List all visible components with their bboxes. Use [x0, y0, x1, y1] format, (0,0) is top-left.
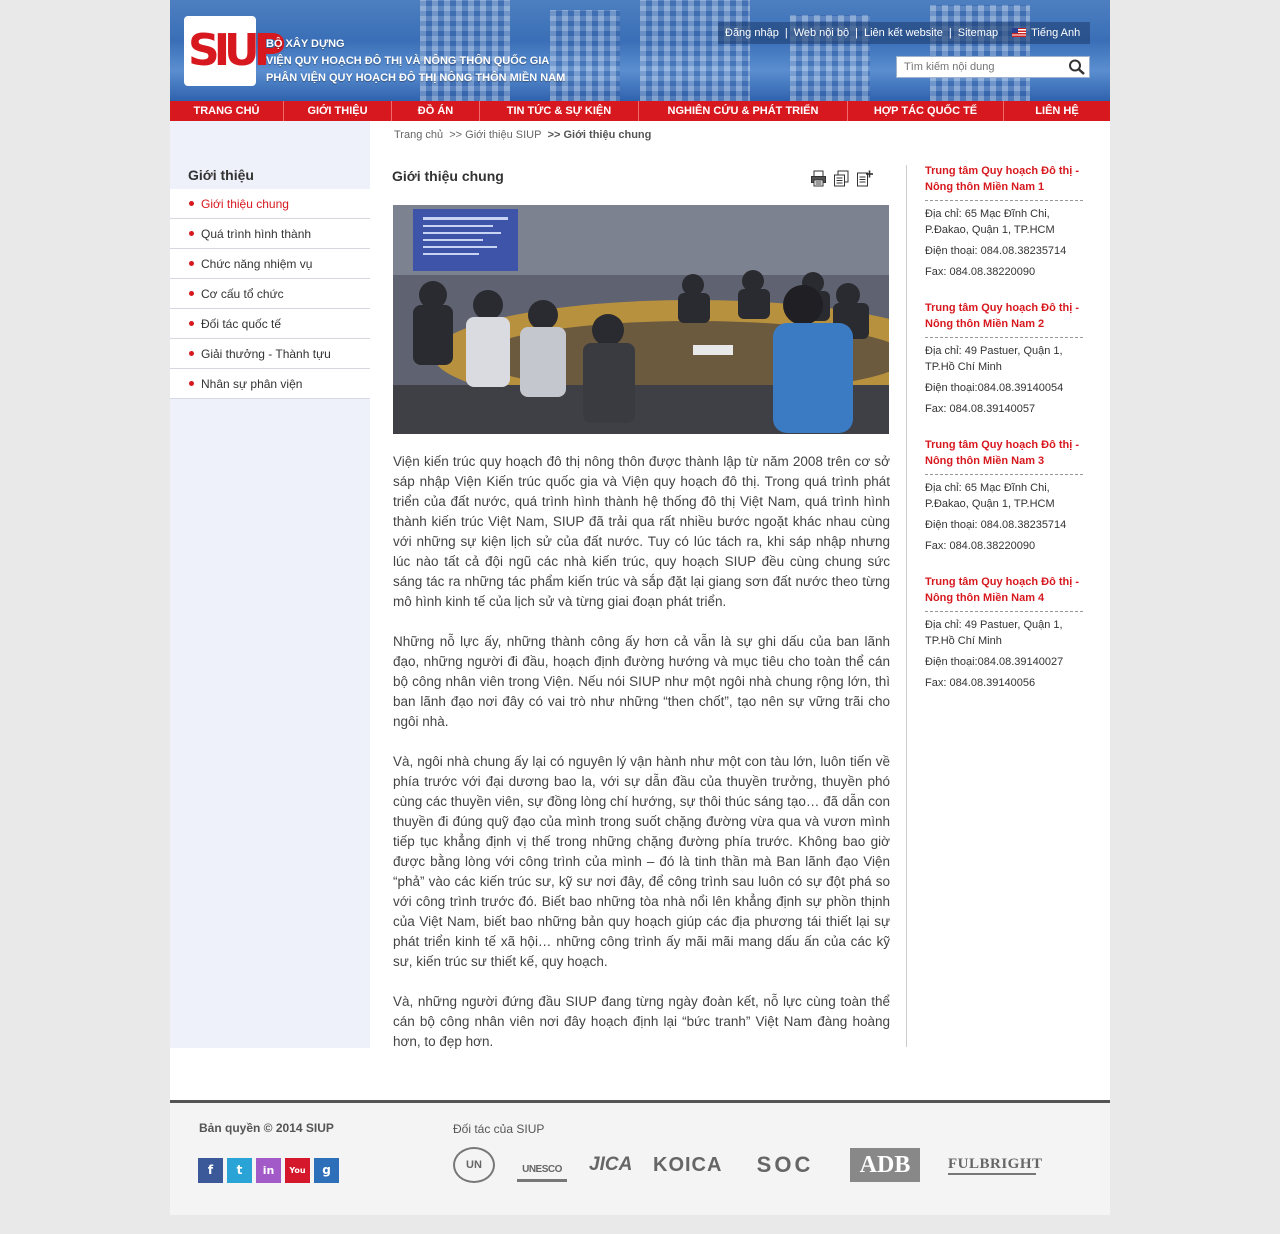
- nav-about[interactable]: GIỚI THIỆU: [284, 101, 392, 121]
- center-phone: Điện thoại: 084.08.38235714: [925, 519, 1067, 531]
- center-title[interactable]: Trung tâm Quy hoạch Đô thị - Nông thôn M…: [925, 163, 1083, 201]
- intranet-link[interactable]: Web nội bộ: [794, 27, 849, 39]
- search-input[interactable]: [897, 57, 1065, 77]
- sidebar-item-functions[interactable]: Chức năng nhiệm vụ: [170, 249, 370, 279]
- login-link[interactable]: Đăng nhập: [725, 27, 779, 39]
- website-links-link[interactable]: Liên kết website: [864, 27, 943, 39]
- center-fax: Fax: 084.08.39140056: [925, 677, 1036, 689]
- center-address: Địa chỉ: 49 Pastuer, Quận 1, TP.Hồ Chí M…: [925, 619, 1063, 647]
- breadcrumb-home[interactable]: Trang chủ: [394, 129, 443, 141]
- center-phone: Điện thoại:084.08.39140054: [925, 382, 1064, 394]
- sidebar: Giới thiệu Giới thiệu chung Quá trình hì…: [170, 121, 370, 1048]
- center-phone: Điện thoại: 084.08.38235714: [925, 245, 1067, 257]
- search-icon[interactable]: [1068, 59, 1086, 75]
- sidebar-item-overview[interactable]: Giới thiệu chung: [170, 189, 370, 219]
- partners-title: Đối tác của SIUP: [453, 1122, 545, 1136]
- page-title: Giới thiệu chung: [392, 168, 504, 184]
- header: SIUP BỘ XÂY DỰNG VIỆN QUY HOẠCH ĐÔ THỊ V…: [170, 0, 1110, 101]
- center-card: Trung tâm Quy hoạch Đô thị - Nông thôn M…: [925, 574, 1083, 691]
- logo-text: SIUP: [188, 25, 286, 76]
- center-address: Địa chỉ: 49 Pastuer, Quận 1, TP.Hồ Chí M…: [925, 345, 1063, 373]
- koica-logo[interactable]: KOICA: [653, 1154, 733, 1177]
- language-label: Tiếng Anh: [1031, 27, 1081, 39]
- center-fax: Fax: 084.08.38220090: [925, 540, 1036, 552]
- meeting-photo: [393, 205, 889, 434]
- sitemap-link[interactable]: Sitemap: [958, 27, 998, 39]
- org-line: PHÂN VIỆN QUY HOẠCH ĐÔ THỊ NÔNG THÔN MIỀ…: [266, 72, 566, 84]
- article-paragraph: Những nỗ lực ấy, những thành công ấy hơn…: [393, 634, 890, 729]
- centers-list: Trung tâm Quy hoạch Đô thị - Nông thôn M…: [925, 163, 1083, 711]
- nav-research[interactable]: NGHIÊN CỨU & PHÁT TRIỂN: [639, 101, 848, 121]
- center-fax: Fax: 084.08.39140057: [925, 403, 1036, 415]
- sidebar-item-awards[interactable]: Giải thưởng - Thành tựu: [170, 339, 370, 369]
- unesco-logo[interactable]: UNESCO: [517, 1148, 567, 1182]
- language-link[interactable]: Tiếng Anh: [1012, 27, 1080, 39]
- sidebar-title: Giới thiệu: [188, 167, 254, 183]
- nav-home[interactable]: TRANG CHỦ: [170, 101, 284, 121]
- print-icon[interactable]: [810, 170, 827, 187]
- meeting-illustration: [393, 205, 889, 434]
- center-address: Địa chỉ: 65 Mạc Đĩnh Chi, P.Đakao, Quận …: [925, 208, 1055, 236]
- twitter-icon[interactable]: t: [227, 1158, 252, 1183]
- soc-logo[interactable]: SOC: [748, 1152, 822, 1178]
- un-logo[interactable]: UN: [453, 1147, 495, 1183]
- facebook-icon[interactable]: f: [198, 1158, 223, 1183]
- adb-logo[interactable]: ADB: [850, 1148, 920, 1182]
- page: SIUP BỘ XÂY DỰNG VIỆN QUY HOẠCH ĐÔ THỊ V…: [170, 0, 1110, 1215]
- center-title[interactable]: Trung tâm Quy hoạch Đô thị - Nông thôn M…: [925, 300, 1083, 338]
- breadcrumb-about[interactable]: >> Giới thiệu SIUP: [449, 129, 541, 141]
- nav-contact[interactable]: LIÊN HỆ: [1004, 101, 1110, 121]
- partner-logos: UN UNESCO JICA KOICA SOC ADB FULBRIGHT: [453, 1147, 1042, 1183]
- nav-news[interactable]: TIN TỨC & SỰ KIỆN: [480, 101, 639, 121]
- center-phone: Điện thoại:084.08.39140027: [925, 656, 1064, 668]
- org-line: VIỆN QUY HOẠCH ĐÔ THỊ VÀ NÔNG THÔN QUỐC …: [266, 55, 550, 67]
- linkedin-icon[interactable]: in: [256, 1158, 281, 1183]
- separator: |: [948, 27, 952, 39]
- add-note-icon[interactable]: [856, 170, 873, 187]
- article-paragraph: Viện kiến trúc quy hoạch đô thị nông thô…: [393, 454, 890, 609]
- center-title[interactable]: Trung tâm Quy hoạch Đô thị - Nông thôn M…: [925, 437, 1083, 475]
- main-nav: TRANG CHỦ GIỚI THIỆU ĐỒ ÁN TIN TỨC & SỰ …: [170, 101, 1110, 121]
- nav-projects[interactable]: ĐỒ ÁN: [392, 101, 480, 121]
- building-image: [930, 5, 1030, 101]
- sidebar-menu: Giới thiệu chung Quá trình hình thành Ch…: [170, 189, 370, 399]
- search-box: [896, 56, 1090, 78]
- footer: Bản quyền © 2014 SIUP f t in You g Đối t…: [170, 1100, 1110, 1215]
- copy-icon[interactable]: [833, 170, 850, 187]
- google-plus-icon[interactable]: g: [314, 1158, 339, 1183]
- center-title[interactable]: Trung tâm Quy hoạch Đô thị - Nông thôn M…: [925, 574, 1083, 612]
- article-tools: [810, 170, 873, 187]
- sidebar-item-history[interactable]: Quá trình hình thành: [170, 219, 370, 249]
- youtube-icon[interactable]: You: [285, 1158, 310, 1183]
- org-line: BỘ XÂY DỰNG: [266, 38, 345, 50]
- social-links: f t in You g: [198, 1158, 339, 1183]
- center-card: Trung tâm Quy hoạch Đô thị - Nông thôn M…: [925, 163, 1083, 280]
- sidebar-item-partners[interactable]: Đối tác quốc tế: [170, 309, 370, 339]
- copyright: Bản quyền © 2014 SIUP: [199, 1121, 334, 1135]
- center-fax: Fax: 084.08.38220090: [925, 266, 1036, 278]
- breadcrumb-current: >> Giới thiệu chung: [547, 129, 652, 141]
- fulbright-logo[interactable]: FULBRIGHT: [948, 1156, 1042, 1175]
- top-links: Đăng nhập | Web nội bộ | Liên kết website | Si…: [718, 22, 1090, 44]
- us-flag-icon: [1012, 28, 1027, 37]
- center-card: Trung tâm Quy hoạch Đô thị - Nông thôn M…: [925, 437, 1083, 554]
- article-paragraph: Và, những người đứng đầu SIUP đang từng …: [393, 994, 890, 1049]
- organization-name: BỘ XÂY DỰNG VIỆN QUY HOẠCH ĐÔ THỊ VÀ NÔN…: [266, 36, 565, 87]
- center-card: Trung tâm Quy hoạch Đô thị - Nông thôn M…: [925, 300, 1083, 417]
- sidebar-item-structure[interactable]: Cơ cấu tổ chức: [170, 279, 370, 309]
- article-paragraph: Và, ngôi nhà chung ấy lại có nguyên lý v…: [393, 754, 890, 969]
- breadcrumb: Trang chủ >> Giới thiệu SIUP >> Giới thi…: [394, 129, 651, 141]
- building-image: [640, 0, 750, 101]
- logo[interactable]: SIUP: [184, 16, 286, 86]
- column-divider: [906, 165, 907, 1047]
- separator: |: [855, 27, 858, 39]
- jica-logo[interactable]: JICA: [589, 1154, 632, 1176]
- center-address: Địa chỉ: 65 Mạc Đĩnh Chi, P.Đakao, Quận …: [925, 482, 1055, 510]
- nav-international[interactable]: HỢP TÁC QUỐC TẾ: [848, 101, 1004, 121]
- sidebar-item-staff[interactable]: Nhân sự phân viện: [170, 369, 370, 399]
- separator: |: [784, 27, 788, 39]
- article-body: Viện kiến trúc quy hoạch đô thị nông thô…: [393, 452, 890, 1072]
